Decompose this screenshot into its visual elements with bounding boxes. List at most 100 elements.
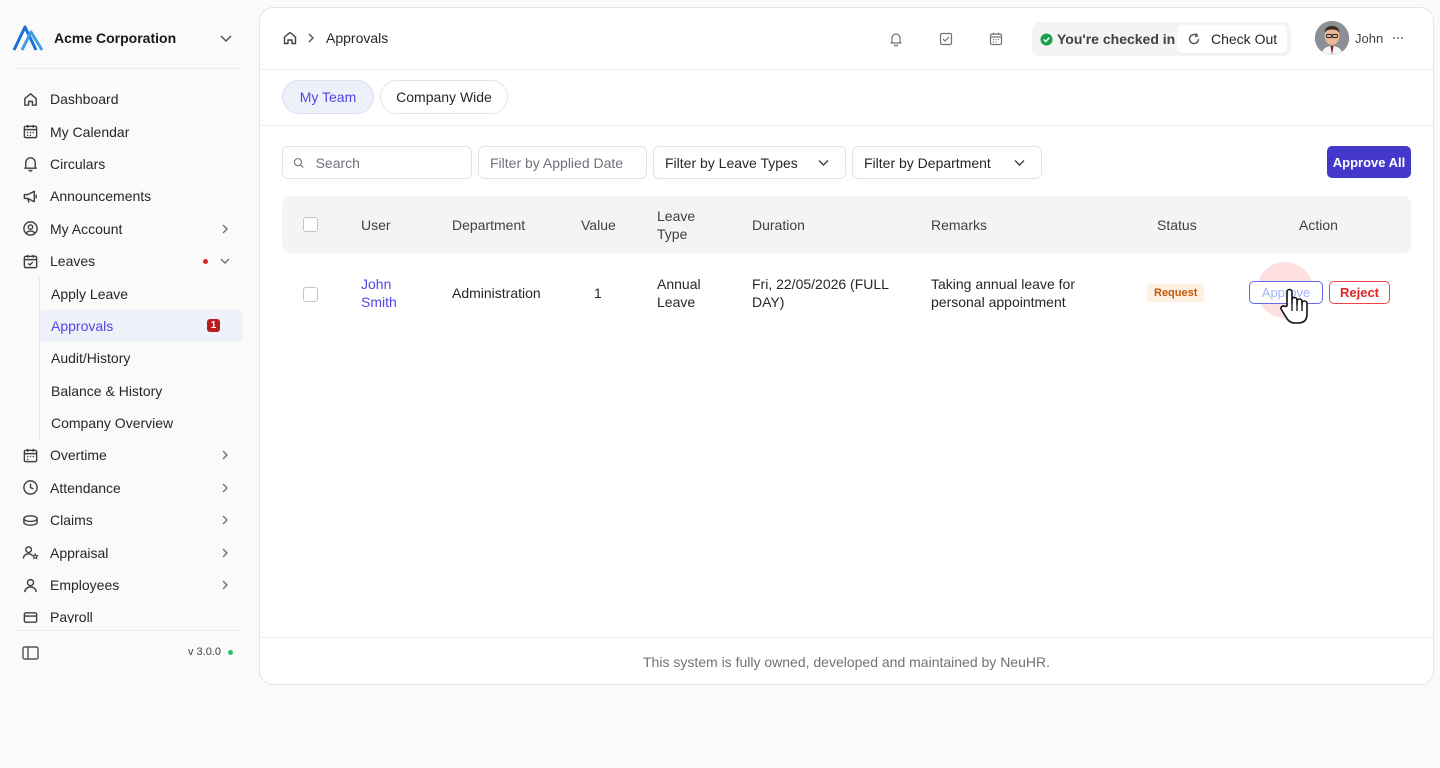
calendar-check-icon: [22, 253, 39, 270]
sidebar-item-label: Dashboard: [50, 91, 119, 108]
calendar-icon: [22, 123, 39, 140]
more-horizontal-icon[interactable]: [1391, 31, 1405, 45]
column-header-status: Status: [1157, 217, 1197, 233]
chevron-right-icon: [218, 481, 232, 495]
check-circle-icon: [1040, 32, 1053, 46]
clock-icon: [22, 479, 39, 496]
bell-icon[interactable]: [888, 31, 904, 47]
sidebar-item-audit-history[interactable]: Audit/History: [40, 342, 242, 374]
version-label: v 3.0.0: [188, 646, 234, 658]
sidebar-item-company-overview[interactable]: Company Overview: [40, 407, 242, 439]
sidebar-item-appraisal[interactable]: Appraisal: [12, 536, 242, 568]
search-box[interactable]: [282, 146, 472, 179]
chevron-right-icon: [218, 578, 232, 592]
applied-date-input[interactable]: [490, 154, 646, 171]
column-header-leave-type: Leave Type: [657, 208, 696, 242]
avatar[interactable]: [1315, 21, 1349, 55]
sidebar-item-dashboard[interactable]: Dashboard: [12, 83, 242, 115]
row-remarks: Taking annual leave for personal appoint…: [931, 276, 1075, 310]
sidebar-item-leaves[interactable]: Leaves: [12, 245, 242, 277]
sidebar-item-apply-leave[interactable]: Apply Leave: [40, 277, 242, 309]
check-out-label: Check Out: [1211, 31, 1278, 47]
approve-all-button[interactable]: Approve All: [1327, 146, 1411, 178]
sidebar-item-label: Employees: [50, 577, 120, 594]
sidebar-item-label: My Calendar: [50, 123, 130, 140]
sidebar-item-employees[interactable]: Employees: [12, 569, 242, 601]
row-checkbox[interactable]: [303, 287, 318, 302]
sidebar-item-approvals[interactable]: Approvals 1: [40, 309, 242, 343]
hand-pointer-icon: [1280, 288, 1308, 324]
chevron-down-icon: [218, 254, 232, 268]
sidebar: Acme Corporation Dashboard My Calendar C…: [0, 0, 252, 768]
chevron-down-icon: [1014, 160, 1025, 166]
sidebar-item-attendance[interactable]: Attendance: [12, 472, 242, 504]
reject-label: Reject: [1339, 285, 1380, 300]
divider: [12, 630, 240, 631]
sidebar-item-label: Overtime: [50, 447, 107, 464]
sidebar-item-payroll[interactable]: Payroll: [12, 601, 242, 623]
approve-all-label: Approve All: [1332, 154, 1406, 170]
sidebar-toggle-icon[interactable]: [22, 645, 39, 661]
tab-label: My Team: [299, 89, 357, 105]
row-user-link[interactable]: John Smith: [361, 275, 411, 311]
row-leave-type: Annual Leave: [657, 276, 701, 310]
top-bar: Approvals You're checked in Check Out Jo…: [260, 8, 1433, 70]
task-check-icon[interactable]: [938, 31, 954, 47]
sidebar-item-claims[interactable]: Claims: [12, 504, 242, 536]
home-icon[interactable]: [282, 30, 298, 46]
sidebar-item-label: Appraisal: [50, 544, 109, 561]
column-header-value: Value: [581, 217, 616, 233]
sidebar-item-overtime[interactable]: Overtime: [12, 439, 242, 471]
avatar-photo-icon: [1315, 21, 1349, 55]
tab-company-wide[interactable]: Company Wide: [380, 80, 508, 114]
search-input[interactable]: [315, 154, 471, 171]
sidebar-item-balance-history[interactable]: Balance & History: [40, 375, 242, 407]
footer: This system is fully owned, developed an…: [260, 637, 1433, 684]
status-badge: Request: [1147, 284, 1205, 302]
acme-logo-icon: [12, 25, 44, 51]
department-dropdown-label: Filter by Department: [864, 154, 991, 171]
online-status-dot: [228, 649, 234, 655]
sidebar-item-label: Leaves: [50, 253, 96, 270]
users-icon: [22, 577, 39, 594]
tab-my-team[interactable]: My Team: [282, 80, 374, 114]
tab-bar: My Team Company Wide: [260, 70, 1433, 126]
sidebar-item-circulars[interactable]: Circulars: [12, 148, 242, 180]
footer-text: This system is fully owned, developed an…: [643, 654, 1050, 670]
sidebar-item-label: Audit/History: [51, 350, 131, 367]
user-circle-icon: [22, 220, 39, 237]
megaphone-icon: [22, 188, 39, 205]
sidebar-item-label: Announcements: [50, 188, 152, 205]
chevron-down-icon[interactable]: [218, 30, 234, 46]
receipt-icon: [22, 609, 39, 623]
home-icon: [22, 91, 39, 108]
chevron-down-icon: [818, 160, 829, 166]
user-name[interactable]: John: [1355, 31, 1383, 46]
calendar-icon[interactable]: [988, 31, 1004, 47]
count-badge: 1: [207, 319, 220, 333]
version-text: v 3.0.0: [188, 646, 222, 658]
leave-type-dropdown-label: Filter by Leave Types: [665, 154, 798, 171]
sidebar-item-label: Company Overview: [51, 415, 174, 432]
sidebar-item-label: Attendance: [50, 479, 121, 496]
sidebar-item-announcements[interactable]: Announcements: [12, 180, 242, 212]
leaves-submenu: Apply Leave Approvals 1 Audit/History Ba…: [39, 277, 242, 440]
tab-label: Company Wide: [396, 89, 492, 105]
reject-button[interactable]: Reject: [1329, 281, 1390, 304]
sidebar-item-my-calendar[interactable]: My Calendar: [12, 115, 242, 147]
org-switcher[interactable]: Acme Corporation: [12, 24, 240, 52]
chevron-right-icon: [218, 513, 232, 527]
chevron-right-icon: [218, 546, 232, 560]
coins-icon: [22, 512, 39, 529]
column-header-duration: Duration: [752, 217, 805, 233]
leave-type-dropdown[interactable]: Filter by Leave Types: [653, 146, 846, 179]
chevron-right-icon: [218, 448, 232, 462]
select-all-checkbox[interactable]: [303, 217, 318, 232]
row-duration: Fri, 22/05/2026 (FULL DAY): [752, 276, 889, 310]
department-dropdown[interactable]: Filter by Department: [852, 146, 1042, 179]
search-icon: [293, 157, 304, 168]
applied-date-filter[interactable]: [478, 146, 647, 179]
sidebar-item-my-account[interactable]: My Account: [12, 213, 242, 245]
org-name: Acme Corporation: [54, 30, 177, 46]
check-out-button[interactable]: Check Out: [1177, 25, 1287, 53]
